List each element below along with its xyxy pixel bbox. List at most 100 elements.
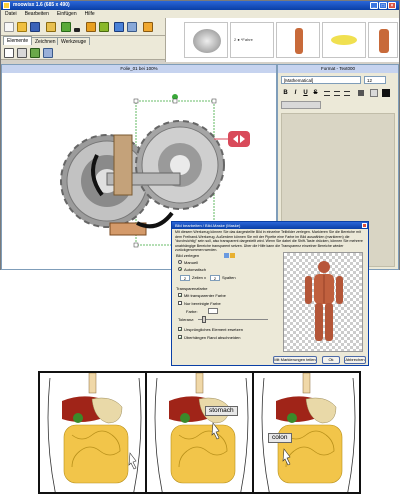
anatomy-figure <box>305 261 343 341</box>
slide-thumb-2-label: 2 ● *Fahre <box>234 37 253 42</box>
cancel-button[interactable]: Abbrechen <box>344 356 366 364</box>
transparent-color-label: Mit transparenter Farbe <box>184 293 226 298</box>
menu-bearbeiten[interactable]: Bearbeiten <box>25 11 49 17</box>
align-right-icon[interactable] <box>344 91 350 96</box>
auto-radio[interactable] <box>178 267 182 271</box>
italic-button[interactable]: I <box>291 89 300 98</box>
selected-color-checkbox[interactable] <box>178 301 182 305</box>
auto-label: Automatisch <box>184 267 207 272</box>
slide-thumb-5[interactable] <box>368 22 398 58</box>
menu-einfuegen[interactable]: Einfügen <box>57 11 77 17</box>
cols-spinner[interactable]: 2 <box>210 275 220 281</box>
tolerance-slider-thumb[interactable] <box>202 316 206 323</box>
minimize-button[interactable]: _ <box>370 2 378 9</box>
mask-preview[interactable] <box>283 252 363 352</box>
paragraph-select[interactable] <box>281 101 321 109</box>
tab-elemente[interactable]: Elemente <box>3 36 33 45</box>
font-select[interactable]: [Mathematical] <box>281 76 361 84</box>
manual-radio[interactable] <box>178 260 182 264</box>
selected-color-label: Nur bereinigte Farbe <box>184 301 221 306</box>
manual-label: Manuell <box>184 260 199 265</box>
pen-icon[interactable] <box>46 22 56 32</box>
menu-datei[interactable]: Datei <box>5 11 17 17</box>
cols-label: Spalten <box>222 275 236 280</box>
window-title: moowisx 1.6 (685 x 490) <box>13 2 70 8</box>
pipette-icon[interactable] <box>230 253 235 258</box>
bold-button[interactable]: B <box>281 89 290 98</box>
color-swatch[interactable] <box>208 308 218 314</box>
maximize-button[interactable]: □ <box>379 2 387 9</box>
dialog-title: Bild bearbeiten / Bild-Maske (Maske) <box>172 222 368 229</box>
clip-bottom <box>136 211 174 229</box>
format-panel-title: Format - Text000 <box>278 65 398 73</box>
new-icon[interactable] <box>4 22 14 32</box>
panel-digestive-1[interactable] <box>38 371 147 494</box>
canvas-header: Folie_01 bei 100% <box>2 65 276 73</box>
thumb-highlight-image <box>331 35 357 45</box>
stomach-tag[interactable]: stomach <box>205 406 238 416</box>
element-tabs: Elemente Zeichnen Werkzeuge <box>1 36 165 46</box>
menu-bar: Datei Bearbeiten Einfügen Hilfe <box>1 10 399 18</box>
slide-thumb-4[interactable] <box>322 22 366 58</box>
line-color-icon[interactable] <box>74 28 80 32</box>
thumb-anatomy-image <box>379 29 389 53</box>
slide-thumbnails: 2 ● *Fahre <box>165 18 399 62</box>
close-button[interactable]: × <box>388 2 396 9</box>
app-icon <box>3 2 10 9</box>
arrange-icon[interactable] <box>127 22 137 32</box>
cut-overhang-label: Überhängen Rand abschneiden <box>184 335 241 340</box>
square-icon[interactable] <box>114 22 124 32</box>
tab-zeichnen[interactable]: Zeichnen <box>31 37 60 45</box>
brass-plate-left <box>113 134 133 196</box>
split-tool-icon[interactable] <box>224 253 229 258</box>
image-mask-dialog: Bild bearbeiten / Bild-Maske (Maske) Mit… <box>171 221 369 366</box>
menu-hilfe[interactable]: Hilfe <box>85 11 95 17</box>
shape-icon[interactable] <box>99 22 109 32</box>
text-color-icon[interactable] <box>370 89 378 97</box>
save-icon[interactable] <box>30 22 40 32</box>
rows-label: Zeilen x <box>192 275 207 280</box>
media-icon[interactable] <box>43 48 53 58</box>
split-with-marks-button[interactable]: Mit Markierungen teilen <box>273 356 317 364</box>
tolerance-label: Toleranz: <box>178 317 195 322</box>
fill-icon[interactable] <box>86 22 96 32</box>
split-section-label: Bild zerlegen <box>176 253 200 258</box>
element-toolbar <box>1 46 165 60</box>
underline-button[interactable]: U <box>301 89 310 98</box>
digestive-system-image <box>154 373 249 492</box>
slide-thumb-2[interactable]: 2 ● *Fahre <box>230 22 274 58</box>
main-toolbar <box>1 18 165 36</box>
transparent-color-checkbox[interactable]: ✓ <box>178 293 182 298</box>
font-size-select[interactable]: 12 <box>364 76 386 84</box>
panel-digestive-3[interactable]: colon <box>252 371 361 494</box>
export-icon[interactable] <box>143 22 153 32</box>
strike-button[interactable]: S <box>311 89 320 98</box>
replace-original-label: Ursprüngliches Element ersetzen <box>184 327 243 332</box>
cut-overhang-checkbox[interactable]: ✓ <box>178 335 182 340</box>
align-left-icon[interactable] <box>324 91 330 96</box>
slide-thumb-1[interactable] <box>184 22 228 58</box>
ok-button[interactable]: Ok <box>322 356 340 364</box>
transparency-section-label: Transparenzfarbe <box>176 286 208 291</box>
dialog-description: Mit diesem Werkzeug können Sie das darge… <box>175 230 363 252</box>
tolerance-slider-track[interactable] <box>198 319 268 320</box>
replace-original-checkbox[interactable]: ✓ <box>178 327 182 332</box>
text-icon[interactable] <box>17 48 27 58</box>
align-center-icon[interactable] <box>334 91 340 96</box>
panel-digestive-2[interactable]: stomach <box>145 371 254 494</box>
title-bar[interactable]: moowisx 1.6 (685 x 490) _ □ × <box>1 1 399 10</box>
slide-thumb-3[interactable] <box>276 22 320 58</box>
colon-tag[interactable]: colon <box>268 433 292 443</box>
color-label: Farbe: <box>186 309 198 314</box>
dialog-close-icon[interactable] <box>362 223 367 228</box>
brush-icon[interactable] <box>61 22 71 32</box>
thumb-gear-image <box>193 29 221 53</box>
highlight-color-icon[interactable] <box>382 89 390 97</box>
image-icon[interactable] <box>30 48 40 58</box>
rows-spinner[interactable]: 2 <box>180 275 190 281</box>
gear-right <box>135 120 225 210</box>
open-folder-icon[interactable] <box>17 22 27 32</box>
tab-werkzeuge[interactable]: Werkzeuge <box>57 37 91 45</box>
list-icon[interactable] <box>358 90 364 96</box>
pointer-icon[interactable] <box>4 48 14 58</box>
